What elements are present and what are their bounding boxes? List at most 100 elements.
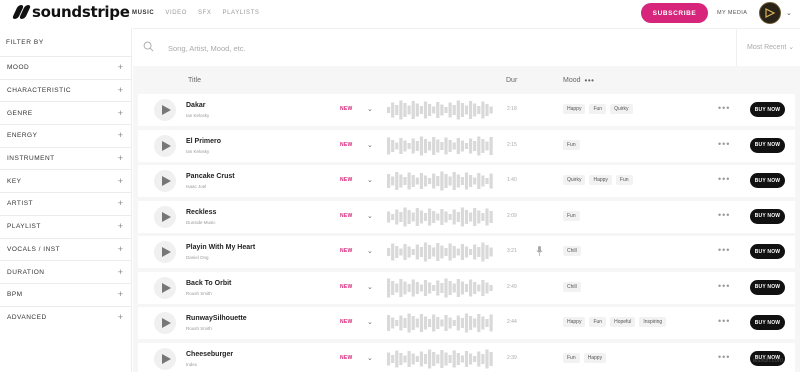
buy-now-button[interactable]: BUY NOW xyxy=(750,102,785,117)
track-artist[interactable]: Daniel Ong xyxy=(186,255,209,260)
nav-sfx[interactable]: SFX xyxy=(198,10,211,16)
track-artist[interactable]: Index xyxy=(186,362,197,367)
more-options-icon[interactable]: ••• xyxy=(718,352,730,362)
filter-energy[interactable]: ENERGY + xyxy=(0,124,132,147)
search-input[interactable] xyxy=(168,41,668,55)
account-chevron-down-icon[interactable]: ⌄ xyxy=(786,9,792,17)
mood-tag[interactable]: Quirky xyxy=(563,175,586,185)
more-options-icon[interactable]: ••• xyxy=(718,281,730,291)
track-title[interactable]: RunwaySilhouette xyxy=(186,315,247,322)
track-row[interactable]: Cheeseburger Index NEW ⌄ 2:39 Fun Happy •… xyxy=(138,342,795,372)
track-title[interactable]: Reckless xyxy=(186,209,216,216)
mood-tag[interactable]: Fun xyxy=(589,317,607,327)
buy-now-button[interactable]: BUY NOW xyxy=(750,315,785,330)
mood-tag[interactable]: Fun xyxy=(563,139,580,150)
mood-tag[interactable]: Happy xyxy=(563,317,586,327)
filter-characteristic[interactable]: CHARACTERISTIC + xyxy=(0,78,132,102)
track-row[interactable]: Dakar Ian Kelosky NEW ⌄ 2:18 Happy Fun Qui… xyxy=(138,94,795,126)
filter-duration[interactable]: DURATION + xyxy=(0,260,132,283)
expand-chevron-icon[interactable]: ⌄ xyxy=(367,105,373,113)
mood-tag[interactable]: Fun xyxy=(563,352,580,363)
play-button[interactable] xyxy=(154,99,176,121)
more-options-icon[interactable]: ••• xyxy=(718,316,730,326)
filter-artist[interactable]: ARTIST + xyxy=(0,192,132,215)
filter-bpm[interactable]: BPM + xyxy=(0,282,132,306)
mood-tag[interactable]: Chill xyxy=(563,246,581,256)
mood-tag[interactable]: Fun xyxy=(589,104,607,114)
nav-playlists[interactable]: PLAYLISTS xyxy=(223,10,260,16)
track-row[interactable]: El Primero Ian Kelosky NEW ⌄ 2:15 Fun ••… xyxy=(138,129,795,162)
play-button[interactable] xyxy=(154,312,176,334)
buy-now-button[interactable]: BUY NOW xyxy=(750,244,785,259)
waveform[interactable] xyxy=(385,241,495,263)
buy-now-button[interactable]: BUY NOW xyxy=(750,173,785,188)
filter-playlist[interactable]: PLAYLIST + xyxy=(0,214,132,238)
track-artist[interactable]: Roush Smith xyxy=(186,291,212,296)
mood-tag[interactable]: Quirky xyxy=(610,104,633,114)
track-artist[interactable]: Ian Kelosky xyxy=(186,113,209,118)
expand-chevron-icon[interactable]: ⌄ xyxy=(367,212,373,220)
track-artist[interactable]: Roush Smith xyxy=(186,326,212,331)
track-title[interactable]: Cheeseburger xyxy=(186,351,233,358)
buy-now-button[interactable]: BUY NOW xyxy=(750,279,785,295)
track-row[interactable]: Back To Orbit Roush Smith NEW ⌄ 2:49 Chi… xyxy=(138,271,795,304)
expand-chevron-icon[interactable]: ⌄ xyxy=(367,354,373,362)
sort-dropdown[interactable]: Most Recent ⌄ xyxy=(747,43,794,51)
play-button[interactable] xyxy=(154,241,176,263)
waveform[interactable] xyxy=(385,277,495,299)
filter-genre[interactable]: GENRE + xyxy=(0,101,132,124)
nav-music[interactable]: MUSIC xyxy=(132,10,154,16)
buy-now-button[interactable]: BUY NOW xyxy=(750,137,785,153)
filter-advanced[interactable]: ADVANCED + xyxy=(0,305,132,329)
expand-chevron-icon[interactable]: ⌄ xyxy=(367,247,373,255)
track-row[interactable]: Pancake Crust Isaac Joel NEW ⌄ 1:40 Quir… xyxy=(138,165,795,197)
expand-chevron-icon[interactable]: ⌄ xyxy=(367,318,373,326)
mood-tag[interactable]: Fun xyxy=(563,210,580,221)
play-button[interactable] xyxy=(154,134,176,157)
track-title[interactable]: Pancake Crust xyxy=(186,173,235,180)
track-artist[interactable]: Ian Kelosky xyxy=(186,149,209,154)
waveform[interactable] xyxy=(385,135,495,157)
filter-instrument[interactable]: INSTRUMENT + xyxy=(0,146,132,170)
waveform[interactable] xyxy=(385,206,495,228)
user-avatar[interactable] xyxy=(759,2,781,24)
track-row[interactable]: RunwaySilhouette Roush Smith NEW ⌄ 2:44 … xyxy=(138,307,795,339)
track-artist[interactable]: Isaac Joel xyxy=(186,184,206,189)
more-options-icon[interactable]: ••• xyxy=(718,174,730,184)
mood-tag[interactable]: Happy xyxy=(589,175,612,185)
expand-chevron-icon[interactable]: ⌄ xyxy=(367,283,373,291)
more-options-icon[interactable]: ••• xyxy=(718,103,730,113)
mood-tag[interactable]: Fun xyxy=(615,175,633,185)
mood-tag[interactable]: Happy xyxy=(563,104,586,114)
waveform[interactable] xyxy=(385,99,495,121)
play-button[interactable] xyxy=(154,205,176,228)
track-title[interactable]: El Primero xyxy=(186,138,221,145)
track-title[interactable]: Dakar xyxy=(186,102,205,109)
more-options-icon[interactable]: ••• xyxy=(718,245,730,255)
expand-chevron-icon[interactable]: ⌄ xyxy=(367,176,373,184)
mood-tag[interactable]: Hopeful xyxy=(610,317,636,327)
filter-mood[interactable]: MOOD + xyxy=(0,56,132,79)
play-button[interactable] xyxy=(154,347,176,370)
filter-key[interactable]: KEY + xyxy=(0,169,132,192)
play-button[interactable] xyxy=(154,276,176,299)
track-title[interactable]: Back To Orbit xyxy=(186,280,231,287)
subscribe-button[interactable]: SUBSCRIBE xyxy=(641,3,708,23)
column-header-mood[interactable]: Mood ••• xyxy=(563,66,594,94)
mood-tag[interactable]: Inspiring xyxy=(639,317,667,327)
more-options-icon[interactable]: ••• xyxy=(718,139,730,149)
my-media-link[interactable]: MY MEDIA xyxy=(717,10,747,16)
waveform[interactable] xyxy=(385,348,495,370)
buy-now-button[interactable]: BUY NOW xyxy=(750,208,785,224)
expand-chevron-icon[interactable]: ⌄ xyxy=(367,141,373,149)
filter-vocals-inst[interactable]: VOCALS / INST + xyxy=(0,237,132,261)
mood-tag[interactable]: Chill xyxy=(563,281,581,292)
soundstripe-logo[interactable]: soundstripe xyxy=(11,3,130,21)
nav-video[interactable]: VIDEO xyxy=(165,10,187,16)
track-artist[interactable]: Dunside Music xyxy=(186,220,216,225)
track-row[interactable]: Reckless Dunside Music NEW ⌄ 2:09 Fun ••… xyxy=(138,200,795,233)
waveform[interactable] xyxy=(385,312,495,334)
more-options-icon[interactable]: ••• xyxy=(718,210,730,220)
mood-tag[interactable]: Happy xyxy=(583,352,607,363)
track-title[interactable]: Playin With My Heart xyxy=(186,244,255,251)
